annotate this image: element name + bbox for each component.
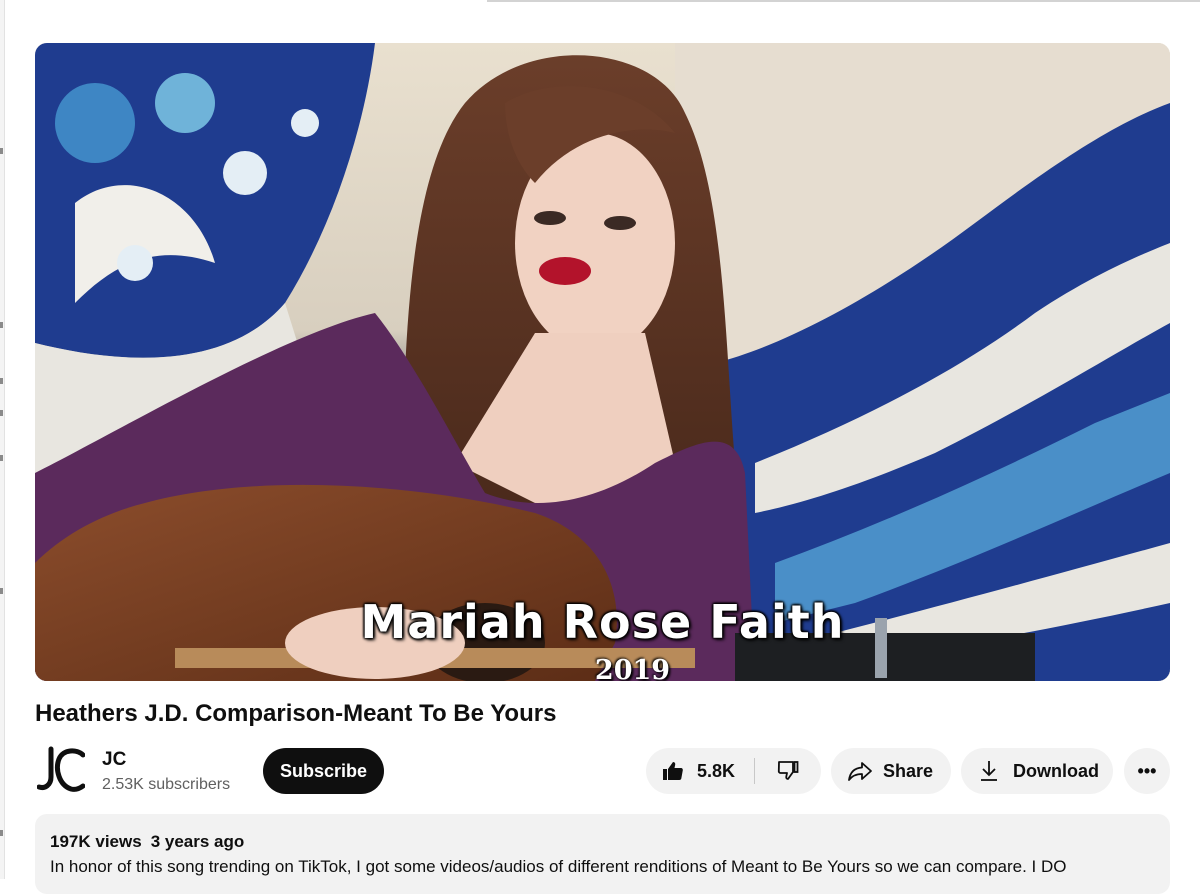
download-button[interactable]: Download bbox=[961, 748, 1113, 794]
share-button[interactable]: Share bbox=[831, 748, 951, 794]
share-arrow-icon bbox=[847, 759, 873, 783]
thumbs-up-icon bbox=[661, 759, 685, 783]
video-player[interactable]: Mariah Rose Faith 2019 bbox=[35, 43, 1170, 681]
share-label: Share bbox=[883, 760, 934, 781]
channel-name[interactable]: JC bbox=[102, 749, 126, 771]
description-text: In honor of this song trending on TikTok… bbox=[50, 857, 1067, 876]
video-overlay-year: 2019 bbox=[594, 655, 671, 681]
like-dislike-group: 5.8K bbox=[646, 748, 821, 794]
more-actions-button[interactable]: ••• bbox=[1124, 748, 1170, 794]
subscribe-button[interactable]: Subscribe bbox=[263, 748, 384, 794]
channel-subscriber-count: 2.53K subscribers bbox=[102, 776, 231, 793]
dislike-button[interactable] bbox=[755, 748, 821, 794]
like-button[interactable]: 5.8K bbox=[646, 748, 754, 794]
video-title: Heathers J.D. Comparison-Meant To Be You… bbox=[35, 700, 557, 727]
view-count: 197K views bbox=[50, 832, 142, 851]
description-meta: 197K views 3 years ago bbox=[50, 832, 253, 852]
window-top-border bbox=[487, 0, 1200, 2]
like-count: 5.8K bbox=[697, 760, 736, 781]
video-overlay-name: Mariah Rose Faith bbox=[360, 595, 845, 649]
left-window-edge bbox=[0, 0, 5, 879]
download-label: Download bbox=[1013, 760, 1099, 781]
video-frame bbox=[35, 43, 1170, 681]
thumbs-down-icon bbox=[776, 759, 800, 783]
download-icon bbox=[979, 759, 999, 783]
description-box[interactable]: 197K views 3 years ago In honor of this s… bbox=[35, 814, 1170, 894]
jc-logo-icon[interactable] bbox=[37, 745, 85, 793]
upload-age: 3 years ago bbox=[150, 832, 245, 851]
